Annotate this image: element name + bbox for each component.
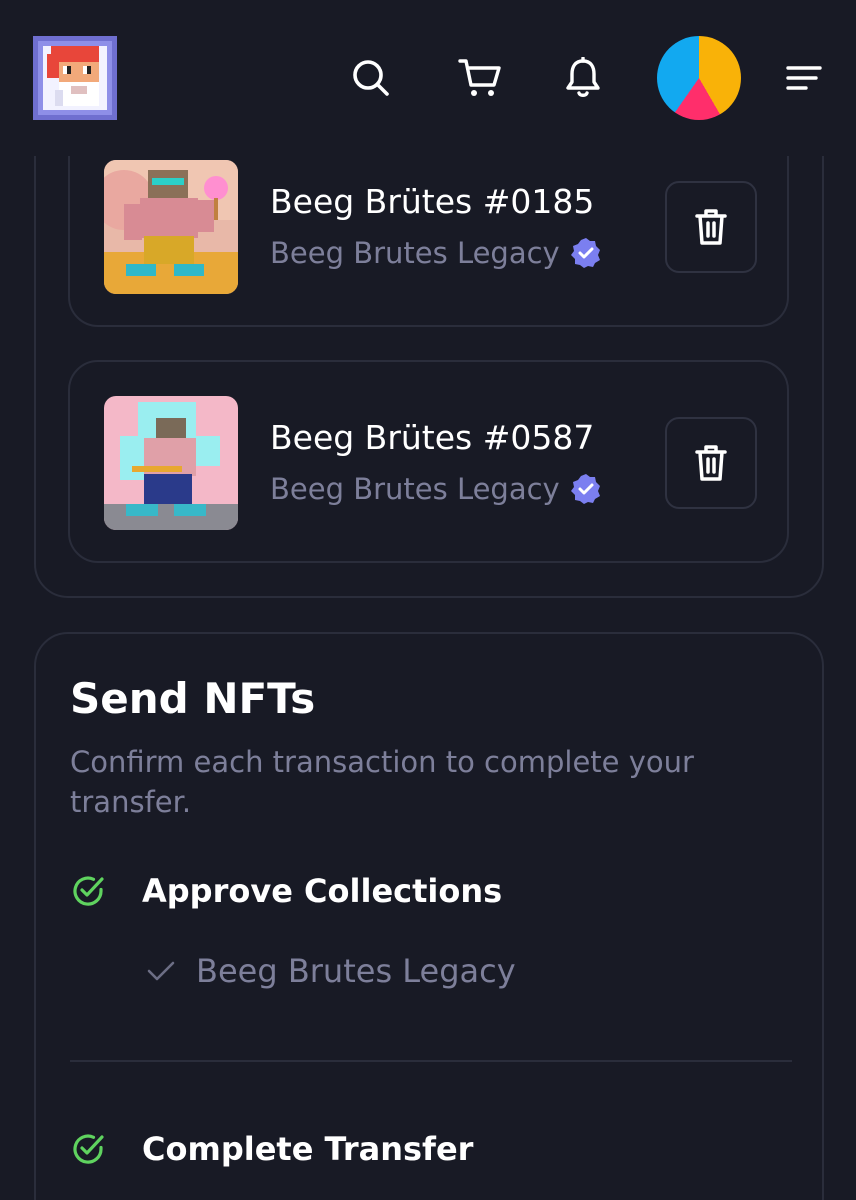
sub-step-item: Beeg Brutes Legacy: [146, 952, 516, 990]
menu-icon: [786, 66, 822, 90]
send-nfts-panel: Send NFTs Confirm each transaction to co…: [34, 632, 824, 1200]
check-icon: [147, 961, 175, 981]
trash-icon: [695, 445, 727, 481]
nft-collection: Beeg Brutes Legacy: [270, 472, 602, 506]
check-circle-icon: [73, 876, 104, 906]
delete-button[interactable]: [665, 417, 757, 509]
avatar[interactable]: [657, 36, 741, 120]
check-circle-icon: [73, 1134, 104, 1164]
step-complete-transfer: Complete Transfer: [70, 1130, 473, 1168]
collection-name: Beeg Brutes Legacy: [270, 472, 560, 506]
step-label: Approve Collections: [142, 872, 503, 910]
pixel-avatar-logo-icon: [43, 46, 107, 110]
logo[interactable]: [33, 36, 117, 120]
nft-title: Beeg Brütes #0587: [270, 418, 595, 457]
delete-button[interactable]: [665, 181, 757, 273]
nft-thumbnail: [104, 160, 238, 294]
divider: [70, 1060, 792, 1062]
top-nav: [0, 0, 856, 156]
notifications-button[interactable]: [557, 52, 609, 104]
sub-step-label: Beeg Brutes Legacy: [196, 952, 516, 990]
trash-icon: [695, 209, 727, 245]
search-icon: [353, 60, 389, 96]
search-button[interactable]: [345, 52, 397, 104]
cart-item[interactable]: Beeg Brütes #0587 Beeg Brutes Legacy: [68, 360, 789, 563]
nft-thumbnail: [104, 396, 238, 530]
step-approve-collections: Approve Collections: [70, 872, 502, 910]
cart-icon: [458, 59, 501, 96]
step-label: Complete Transfer: [142, 1130, 474, 1168]
collection-name: Beeg Brutes Legacy: [270, 236, 560, 270]
bell-icon: [566, 57, 600, 97]
verified-badge-icon: [570, 473, 602, 505]
menu-button[interactable]: [778, 52, 830, 104]
nft-title: Beeg Brütes #0185: [270, 182, 595, 221]
section-description: Confirm each transaction to complete you…: [70, 745, 694, 819]
nft-collection: Beeg Brutes Legacy: [270, 236, 602, 270]
page: Beeg Brütes #0185 Beeg Brutes Legacy Bee…: [0, 0, 856, 1200]
section-title: Send NFTs: [70, 674, 316, 723]
verified-badge-icon: [570, 237, 602, 269]
cart-button[interactable]: [454, 52, 506, 104]
